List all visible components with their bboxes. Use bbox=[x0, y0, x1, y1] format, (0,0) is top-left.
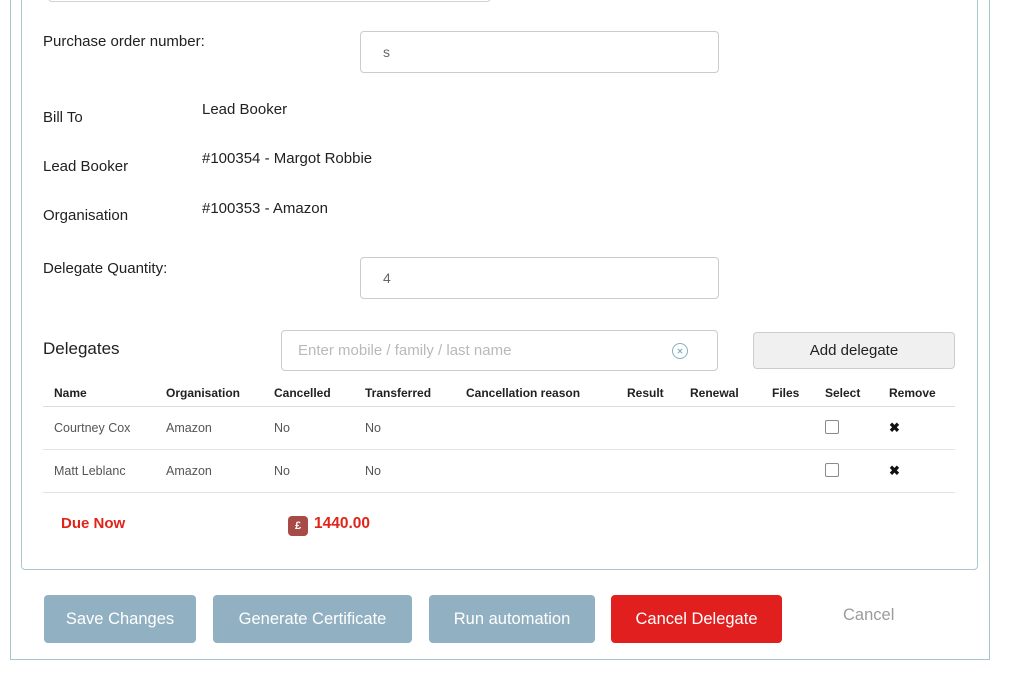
table-row: Matt Leblanc Amazon No No ✖ bbox=[43, 450, 955, 493]
cancel-button[interactable]: Cancel bbox=[843, 606, 894, 625]
delegates-heading: Delegates bbox=[43, 339, 120, 359]
select-delegate-checkbox[interactable] bbox=[825, 463, 839, 477]
bill-to-value: Lead Booker bbox=[202, 101, 287, 118]
cell-organisation: Amazon bbox=[166, 464, 274, 478]
col-header-remove: Remove bbox=[889, 386, 955, 400]
col-header-select: Select bbox=[825, 386, 889, 400]
cell-cancelled: No bbox=[274, 464, 365, 478]
cell-transferred: No bbox=[365, 464, 466, 478]
col-header-organisation: Organisation bbox=[166, 386, 274, 400]
cutoff-input-remnant bbox=[48, 0, 491, 2]
table-header-row: Name Organisation Cancelled Transferred … bbox=[43, 379, 955, 407]
select-delegate-checkbox[interactable] bbox=[825, 420, 839, 434]
col-header-cancellation-reason: Cancellation reason bbox=[466, 386, 627, 400]
cell-name: Courtney Cox bbox=[54, 421, 166, 435]
due-now-amount: 1440.00 bbox=[314, 515, 370, 533]
cell-name: Matt Leblanc bbox=[54, 464, 166, 478]
col-header-files: Files bbox=[772, 386, 825, 400]
purchase-order-label: Purchase order number: bbox=[43, 33, 205, 50]
remove-delegate-icon[interactable]: ✖ bbox=[889, 420, 900, 435]
col-header-result: Result bbox=[627, 386, 690, 400]
bill-to-label: Bill To bbox=[43, 109, 83, 126]
cell-cancelled: No bbox=[274, 421, 365, 435]
currency-badge: £ bbox=[288, 516, 308, 536]
generate-certificate-button[interactable]: Generate Certificate bbox=[213, 595, 412, 643]
organisation-value: #100353 - Amazon bbox=[202, 200, 328, 217]
due-now-label: Due Now bbox=[61, 515, 125, 532]
add-delegate-button[interactable]: Add delegate bbox=[753, 332, 955, 369]
table-row: Courtney Cox Amazon No No ✖ bbox=[43, 407, 955, 450]
delegate-search-input[interactable] bbox=[281, 330, 718, 371]
col-header-cancelled: Cancelled bbox=[274, 386, 365, 400]
col-header-renewal: Renewal bbox=[690, 386, 772, 400]
delegate-quantity-input[interactable] bbox=[360, 257, 719, 299]
delegates-table: Name Organisation Cancelled Transferred … bbox=[43, 379, 955, 493]
delegate-quantity-label: Delegate Quantity: bbox=[43, 260, 167, 277]
cell-organisation: Amazon bbox=[166, 421, 274, 435]
booking-edit-page: Purchase order number: Bill To Lead Book… bbox=[0, 0, 1012, 684]
lead-booker-value: #100354 - Margot Robbie bbox=[202, 150, 372, 167]
organisation-label: Organisation bbox=[43, 207, 128, 224]
run-automation-button[interactable]: Run automation bbox=[429, 595, 595, 643]
cell-transferred: No bbox=[365, 421, 466, 435]
lead-booker-label: Lead Booker bbox=[43, 158, 128, 175]
save-changes-button[interactable]: Save Changes bbox=[44, 595, 196, 643]
cancel-delegate-button[interactable]: Cancel Delegate bbox=[611, 595, 782, 643]
col-header-name: Name bbox=[54, 386, 166, 400]
purchase-order-input[interactable] bbox=[360, 31, 719, 73]
col-header-transferred: Transferred bbox=[365, 386, 466, 400]
remove-delegate-icon[interactable]: ✖ bbox=[889, 463, 900, 478]
clear-search-icon[interactable]: ✕ bbox=[672, 343, 688, 359]
